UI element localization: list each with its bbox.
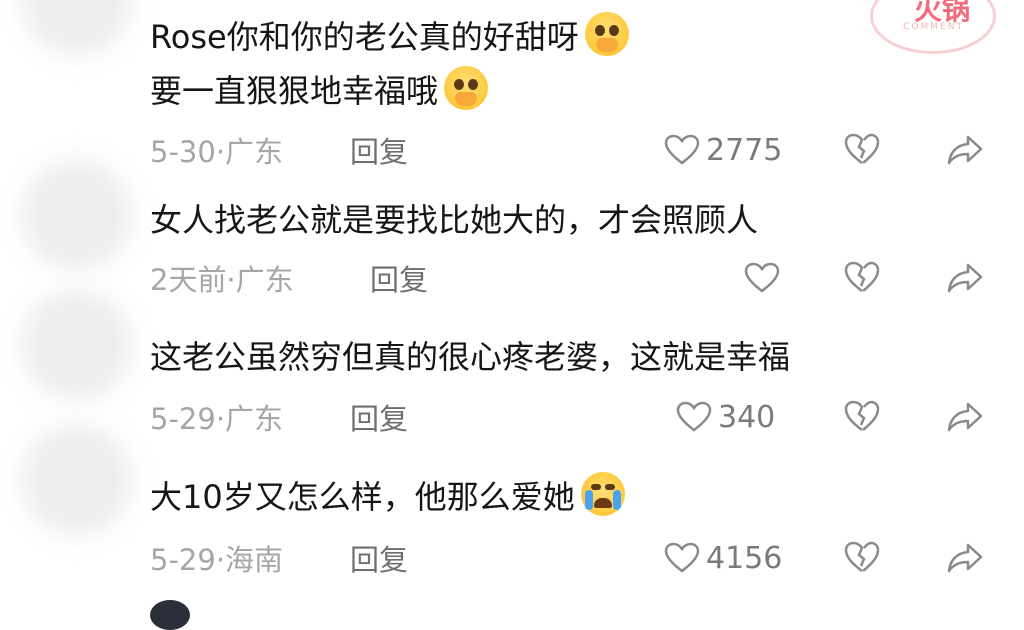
share-arrow-icon[interactable] [946, 542, 984, 574]
broken-heart-icon[interactable] [844, 132, 880, 166]
broken-heart-icon[interactable] [844, 540, 880, 574]
share-arrow-icon[interactable] [946, 262, 984, 294]
stamp-sub-label: COMMENT [903, 22, 964, 32]
face-holding-back-tears-icon [444, 66, 489, 110]
avatar[interactable] [150, 600, 190, 630]
like-button[interactable]: 4156 [664, 538, 782, 578]
heart-icon [676, 401, 712, 432]
comment-meta: 5-30·广东 回复 [150, 130, 408, 170]
comment-actions: 4156 [624, 538, 1024, 578]
comment-text: 这老公虽然穷但真的很心疼老婆，这就是幸福 [150, 338, 791, 376]
like-count: 2775 [706, 132, 783, 168]
comment-meta: 2天前·广东 回复 [150, 258, 428, 298]
reply-button[interactable]: 回复 [350, 396, 408, 438]
comment-meta: 5-29·广东 回复 [150, 397, 408, 437]
reply-button[interactable]: 回复 [370, 257, 428, 299]
avatar[interactable] [22, 160, 132, 270]
comment-date-location: 5-29·广东 [150, 402, 284, 436]
comment-actions [624, 258, 1024, 298]
comment-text-line1: 大10岁又怎么样，他那么爱她 [150, 478, 575, 516]
like-count: 340 [718, 399, 776, 435]
face-holding-back-tears-icon [584, 12, 629, 56]
broken-heart-icon[interactable] [844, 260, 880, 294]
comment-meta: 5-29·海南 回复 [150, 538, 408, 578]
like-button[interactable] [744, 258, 786, 298]
heart-icon [744, 262, 780, 293]
comment-date-location: 5-30·广东 [150, 135, 284, 169]
like-count: 4156 [706, 540, 783, 576]
reply-button[interactable]: 回复 [350, 129, 408, 171]
like-button[interactable]: 2775 [664, 130, 782, 170]
loudly-crying-face-icon [580, 472, 625, 516]
heart-icon [664, 542, 700, 573]
avatar[interactable] [22, 290, 132, 400]
comment-date-location: 5-29·海南 [150, 543, 284, 577]
share-arrow-icon[interactable] [946, 401, 984, 433]
comment-actions: 340 [624, 397, 1024, 437]
avatar[interactable] [22, 425, 132, 535]
comment-text-line2: 要一直狠狠地幸福哦 [150, 72, 439, 110]
comment-text-line1: Rose你和你的老公真的好甜呀 [150, 18, 579, 56]
share-arrow-icon[interactable] [946, 134, 984, 166]
comment-date-location: 2天前·广东 [150, 263, 294, 297]
comment-text: Rose你和你的老公真的好甜呀 要一直狠狠地幸福哦 [150, 10, 629, 118]
avatar[interactable] [22, 0, 132, 55]
broken-heart-icon[interactable] [844, 399, 880, 433]
comment-actions: 2775 [624, 130, 1024, 170]
heart-icon [664, 134, 700, 165]
reply-button[interactable]: 回复 [350, 537, 408, 579]
comment-text: 女人找老公就是要找比她大的，才会照顾人 [150, 201, 759, 239]
like-button[interactable]: 340 [676, 397, 775, 437]
comment-text: 大10岁又怎么样，他那么爱她 [150, 470, 625, 524]
